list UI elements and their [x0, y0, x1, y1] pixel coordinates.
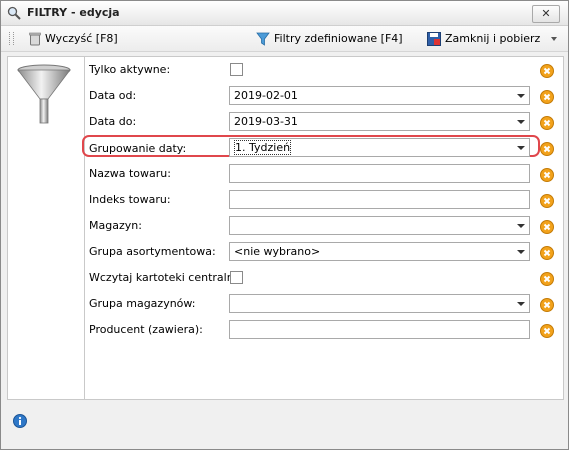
chevron-down-icon[interactable] — [517, 146, 525, 150]
chevron-down-icon[interactable] — [517, 302, 525, 306]
clear-x-icon[interactable] — [540, 272, 554, 286]
chevron-down-icon[interactable] — [551, 37, 557, 41]
clear-x-icon[interactable] — [540, 220, 554, 234]
warehouse-select[interactable] — [229, 216, 530, 235]
active-only-label: Tylko aktywne: — [89, 63, 171, 76]
status-bar — [7, 400, 562, 442]
product-index-input[interactable] — [229, 190, 530, 209]
date-grouping-select[interactable]: 1. Tydzień — [229, 138, 530, 157]
date-from-select[interactable]: 2019-02-01 — [229, 86, 530, 105]
product-name-label: Nazwa towaru: — [89, 167, 171, 180]
defined-filters-button[interactable]: Filtry zdefiniowane [F4] — [256, 31, 403, 47]
close-button[interactable]: ✕ — [532, 5, 560, 23]
date-grouping-value: 1. Tydzień — [234, 140, 292, 155]
trash-icon — [29, 32, 41, 46]
assortment-group-label: Grupa asortymentowa: — [89, 245, 216, 258]
filter-side-panel — [8, 57, 85, 399]
load-central-records-checkbox[interactable] — [230, 271, 243, 284]
window-title: FILTRY - edycja — [27, 6, 120, 19]
toolbar: Wyczyść [F8] Filtry zdefiniowane [F4] Za… — [1, 26, 568, 52]
product-name-input[interactable] — [229, 164, 530, 183]
clear-x-icon[interactable] — [540, 324, 554, 338]
date-grouping-label: Grupowanie daty: — [89, 142, 187, 155]
titlebar: FILTRY - edycja ✕ — [1, 1, 568, 26]
clear-x-icon[interactable] — [540, 168, 554, 182]
save-close-icon — [427, 32, 441, 46]
warehouse-group-label: Grupa magazynów: — [89, 297, 196, 310]
clear-x-icon[interactable] — [540, 116, 554, 130]
chevron-down-icon[interactable] — [517, 224, 525, 228]
date-to-select[interactable]: 2019-03-31 — [229, 112, 530, 131]
date-to-value: 2019-03-31 — [234, 115, 298, 128]
warehouse-group-select[interactable] — [229, 294, 530, 313]
warehouse-label: Magazyn: — [89, 219, 142, 232]
clear-button[interactable]: Wyczyść [F8] — [29, 31, 118, 47]
clear-x-icon[interactable] — [540, 194, 554, 208]
search-icon — [7, 6, 21, 20]
date-to-label: Data do: — [89, 115, 137, 128]
active-only-checkbox[interactable] — [230, 63, 243, 76]
date-from-label: Data od: — [89, 89, 137, 102]
clear-x-icon[interactable] — [540, 142, 554, 156]
chevron-down-icon[interactable] — [517, 94, 525, 98]
close-and-fetch-button[interactable]: Zamknij i pobierz — [427, 31, 540, 47]
clear-x-icon[interactable] — [540, 246, 554, 260]
product-index-label: Indeks towaru: — [89, 193, 171, 206]
chevron-down-icon[interactable] — [517, 120, 525, 124]
defined-filters-label: Filtry zdefiniowane [F4] — [274, 32, 403, 45]
date-from-value: 2019-02-01 — [234, 89, 298, 102]
producer-label: Producent (zawiera): — [89, 323, 203, 336]
filter-icon — [256, 32, 270, 46]
filters-window: FILTRY - edycja ✕ Wyczyść [F8] Filtry zd… — [0, 0, 569, 450]
producer-input[interactable] — [229, 320, 530, 339]
close-and-fetch-label: Zamknij i pobierz — [445, 32, 541, 45]
chevron-down-icon[interactable] — [517, 250, 525, 254]
load-central-records-label: Wczytaj kartoteki centralne: — [89, 271, 245, 284]
clear-x-icon[interactable] — [540, 298, 554, 312]
assortment-group-select[interactable]: <nie wybrano> — [229, 242, 530, 261]
info-icon[interactable] — [13, 414, 27, 428]
assortment-group-value: <nie wybrano> — [234, 245, 321, 258]
clear-x-icon[interactable] — [540, 90, 554, 104]
clear-x-icon[interactable] — [540, 64, 554, 78]
clear-button-label: Wyczyść [F8] — [45, 32, 118, 45]
filter-form: Tylko aktywne: Data od: 2019-02-01 Data … — [7, 56, 564, 400]
funnel-icon — [17, 64, 71, 124]
toolbar-grip[interactable] — [9, 32, 14, 45]
